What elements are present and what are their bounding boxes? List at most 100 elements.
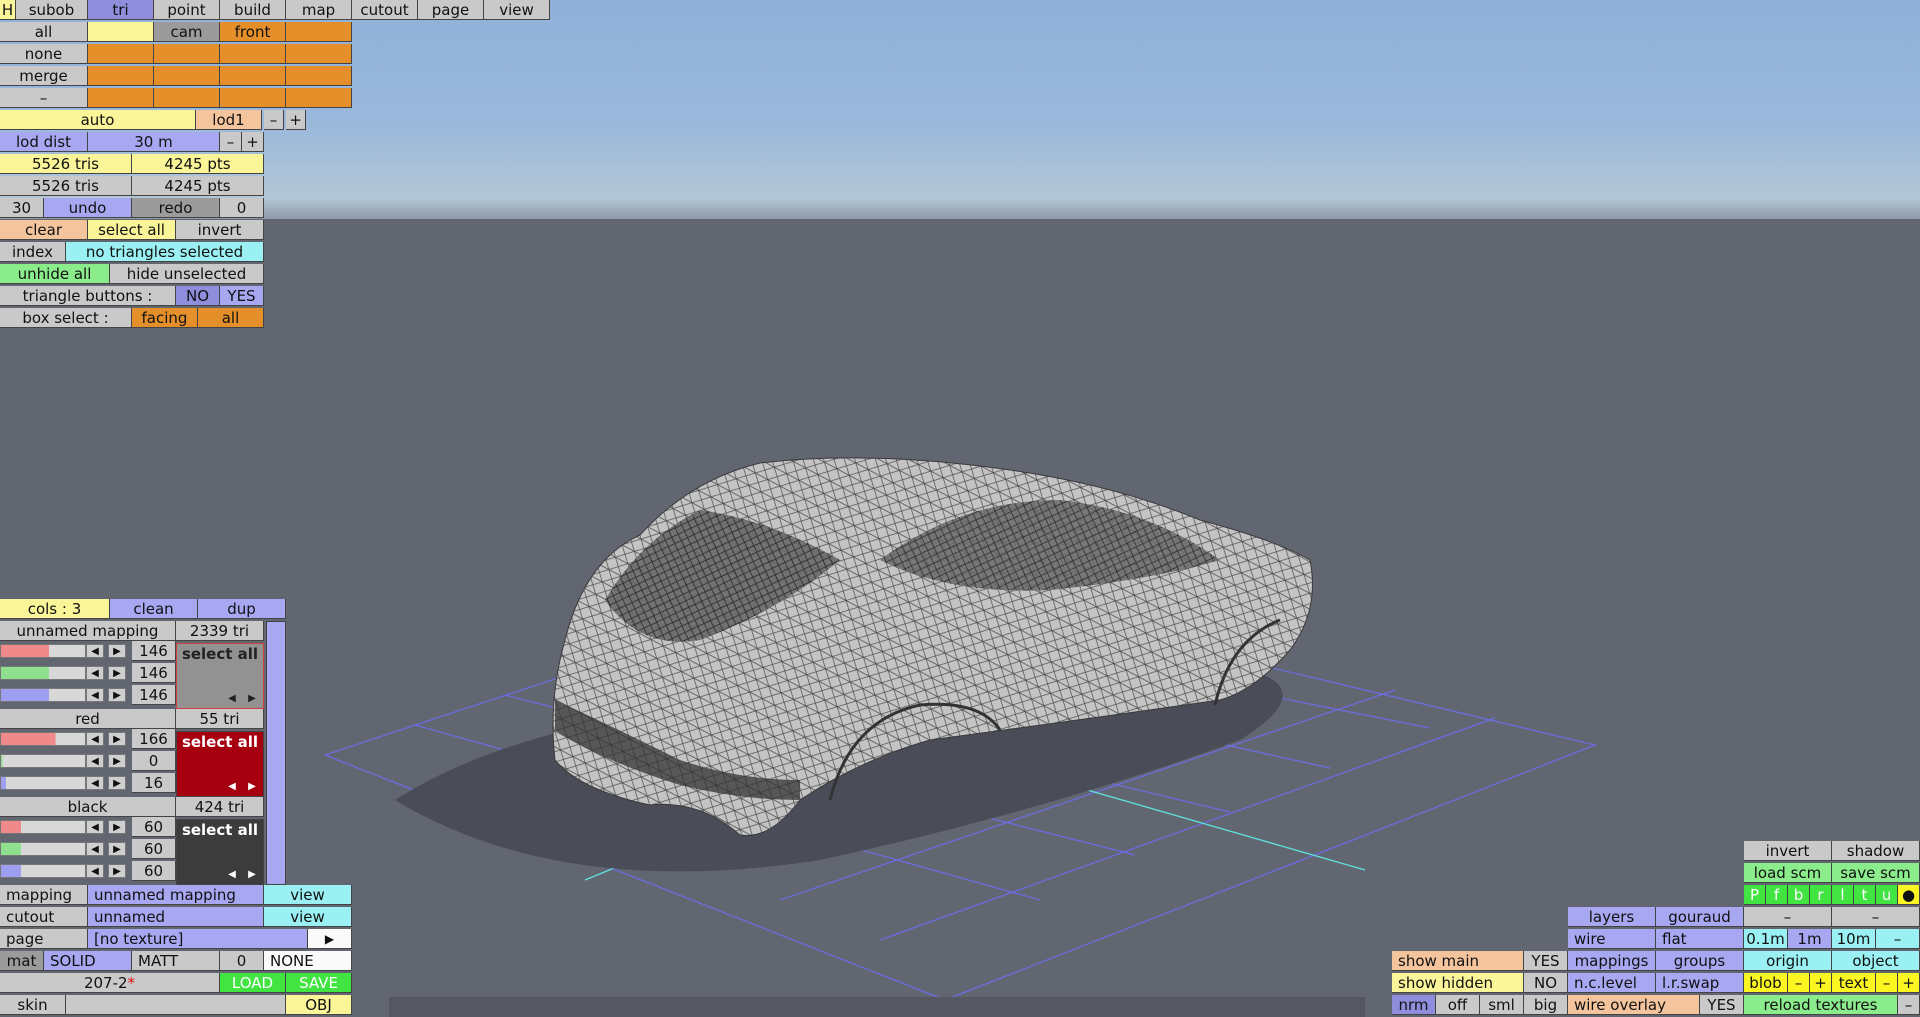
mat-none-value[interactable]: NONE bbox=[264, 951, 352, 971]
redo-button[interactable]: redo bbox=[132, 198, 220, 218]
page-value[interactable]: [no texture] bbox=[88, 929, 308, 949]
decrease-arrow-icon[interactable]: ◀ bbox=[86, 842, 104, 856]
dup-button[interactable]: dup bbox=[198, 599, 286, 619]
text-minus-button[interactable]: – bbox=[1876, 973, 1898, 993]
load-button[interactable]: LOAD bbox=[220, 973, 286, 993]
increase-arrow-icon[interactable]: ▶ bbox=[108, 776, 126, 790]
mat-matt-button[interactable]: MATT bbox=[132, 951, 220, 971]
color-slider-g[interactable] bbox=[0, 666, 86, 680]
prev-arrow-icon[interactable]: ◀ bbox=[223, 868, 241, 882]
lod-plus-button[interactable]: + bbox=[286, 110, 306, 130]
color-swatch[interactable]: select all ◀ ▶ bbox=[176, 731, 264, 797]
increase-arrow-icon[interactable]: ▶ bbox=[108, 820, 126, 834]
cutout-view-button[interactable]: view bbox=[264, 907, 352, 927]
invert-button[interactable]: invert bbox=[176, 220, 264, 240]
decrease-arrow-icon[interactable]: ◀ bbox=[86, 688, 104, 702]
color-select-all[interactable]: select all bbox=[177, 644, 263, 664]
nrm-big-button[interactable]: big bbox=[1524, 995, 1568, 1015]
triangle-buttons-no[interactable]: NO bbox=[176, 286, 220, 306]
view-dot-button[interactable]: ● bbox=[1898, 885, 1920, 905]
increase-arrow-icon[interactable]: ▶ bbox=[108, 864, 126, 878]
triangle-buttons-yes[interactable]: YES bbox=[220, 286, 264, 306]
view-r-button[interactable]: r bbox=[1810, 885, 1832, 905]
save-scm-button[interactable]: save scm bbox=[1832, 863, 1920, 883]
decrease-arrow-icon[interactable]: ◀ bbox=[86, 864, 104, 878]
color-value-g[interactable]: 60 bbox=[132, 839, 176, 859]
merge-button[interactable]: merge bbox=[0, 66, 88, 86]
nrm-off-button[interactable]: off bbox=[1436, 995, 1480, 1015]
object-button[interactable]: object bbox=[1832, 951, 1920, 971]
show-hidden-value[interactable]: NO bbox=[1524, 973, 1568, 993]
color-select-all[interactable]: select all bbox=[177, 732, 263, 752]
mapping-view-button[interactable]: view bbox=[264, 885, 352, 905]
clear-button[interactable]: clear bbox=[0, 220, 88, 240]
view-l-button[interactable]: l bbox=[1832, 885, 1854, 905]
grid-cell[interactable] bbox=[88, 44, 154, 64]
increase-arrow-icon[interactable]: ▶ bbox=[108, 754, 126, 768]
view-p-button[interactable]: P bbox=[1744, 885, 1766, 905]
text-plus-button[interactable]: + bbox=[1898, 973, 1920, 993]
next-arrow-icon[interactable]: ▶ bbox=[243, 868, 261, 882]
menu-cutout[interactable]: cutout bbox=[352, 0, 418, 20]
show-main-value[interactable]: YES bbox=[1524, 951, 1568, 971]
color-swatch[interactable]: select all ◀ ▶ bbox=[176, 643, 264, 709]
color-slider-b[interactable] bbox=[0, 776, 86, 790]
scale-1m-button[interactable]: 1m bbox=[1788, 929, 1832, 949]
wire-button[interactable]: wire bbox=[1568, 929, 1656, 949]
select-none-button[interactable]: none bbox=[0, 44, 88, 64]
lod1-button[interactable]: lod1 bbox=[196, 110, 262, 130]
show-main-label[interactable]: show main bbox=[1392, 951, 1524, 971]
color-slider-g[interactable] bbox=[0, 754, 86, 768]
show-hidden-label[interactable]: show hidden bbox=[1392, 973, 1524, 993]
mappings-button[interactable]: mappings bbox=[1568, 951, 1656, 971]
decrease-arrow-icon[interactable]: ◀ bbox=[86, 666, 104, 680]
decrease-arrow-icon[interactable]: ◀ bbox=[86, 754, 104, 768]
h-button[interactable]: H bbox=[0, 0, 16, 20]
skin-value[interactable] bbox=[66, 995, 286, 1015]
color-value-r[interactable]: 166 bbox=[132, 729, 176, 749]
scale-10m-button[interactable]: 10m bbox=[1832, 929, 1876, 949]
menu-page[interactable]: page bbox=[418, 0, 484, 20]
decrease-arrow-icon[interactable]: ◀ bbox=[86, 644, 104, 658]
color-slider-g[interactable] bbox=[0, 842, 86, 856]
color-value-r[interactable]: 60 bbox=[132, 817, 176, 837]
invert-view-button[interactable]: invert bbox=[1744, 841, 1832, 861]
menu-view[interactable]: view bbox=[484, 0, 550, 20]
grid-cell[interactable] bbox=[88, 66, 154, 86]
load-scm-button[interactable]: load scm bbox=[1744, 863, 1832, 883]
decrease-arrow-icon[interactable]: ◀ bbox=[86, 732, 104, 746]
decrease-arrow-icon[interactable]: ◀ bbox=[86, 820, 104, 834]
scale-0-1m-button[interactable]: 0.1m bbox=[1744, 929, 1788, 949]
color-slider-b[interactable] bbox=[0, 864, 86, 878]
grid-cell[interactable] bbox=[220, 44, 286, 64]
cam-button[interactable]: cam bbox=[154, 22, 220, 42]
grid-cell[interactable] bbox=[154, 66, 220, 86]
blob-plus-button[interactable]: + bbox=[1810, 973, 1832, 993]
decrease-arrow-icon[interactable]: ◀ bbox=[86, 776, 104, 790]
dash-button[interactable]: – bbox=[0, 88, 88, 108]
unhide-all-button[interactable]: unhide all bbox=[0, 264, 110, 284]
cutout-value[interactable]: unnamed bbox=[88, 907, 264, 927]
blob-button[interactable]: blob bbox=[1744, 973, 1788, 993]
colors-scrollbar[interactable] bbox=[266, 621, 286, 885]
reload-minus-button[interactable]: – bbox=[1898, 995, 1920, 1015]
clean-button[interactable]: clean bbox=[110, 599, 198, 619]
color-swatch[interactable]: select all ◀ ▶ bbox=[176, 819, 264, 885]
blob-minus-button[interactable]: – bbox=[1788, 973, 1810, 993]
color-value-b[interactable]: 60 bbox=[132, 861, 176, 881]
grid-cell[interactable] bbox=[88, 88, 154, 108]
color-slider-b[interactable] bbox=[0, 688, 86, 702]
increase-arrow-icon[interactable]: ▶ bbox=[108, 666, 126, 680]
color-group-name[interactable]: black bbox=[0, 797, 176, 817]
grid-cell[interactable] bbox=[154, 44, 220, 64]
menu-map[interactable]: map bbox=[286, 0, 352, 20]
next-arrow-icon[interactable]: ▶ bbox=[243, 692, 261, 706]
front-button[interactable]: front bbox=[220, 22, 286, 42]
wire-overlay-label[interactable]: wire overlay bbox=[1568, 995, 1700, 1015]
nrm-button[interactable]: nrm bbox=[1392, 995, 1436, 1015]
mat-solid-button[interactable]: SOLID bbox=[44, 951, 132, 971]
nrm-sml-button[interactable]: sml bbox=[1480, 995, 1524, 1015]
viewport-scrollbar[interactable] bbox=[389, 997, 1365, 1017]
hide-unselected-button[interactable]: hide unselected bbox=[110, 264, 264, 284]
menu-point[interactable]: point bbox=[154, 0, 220, 20]
